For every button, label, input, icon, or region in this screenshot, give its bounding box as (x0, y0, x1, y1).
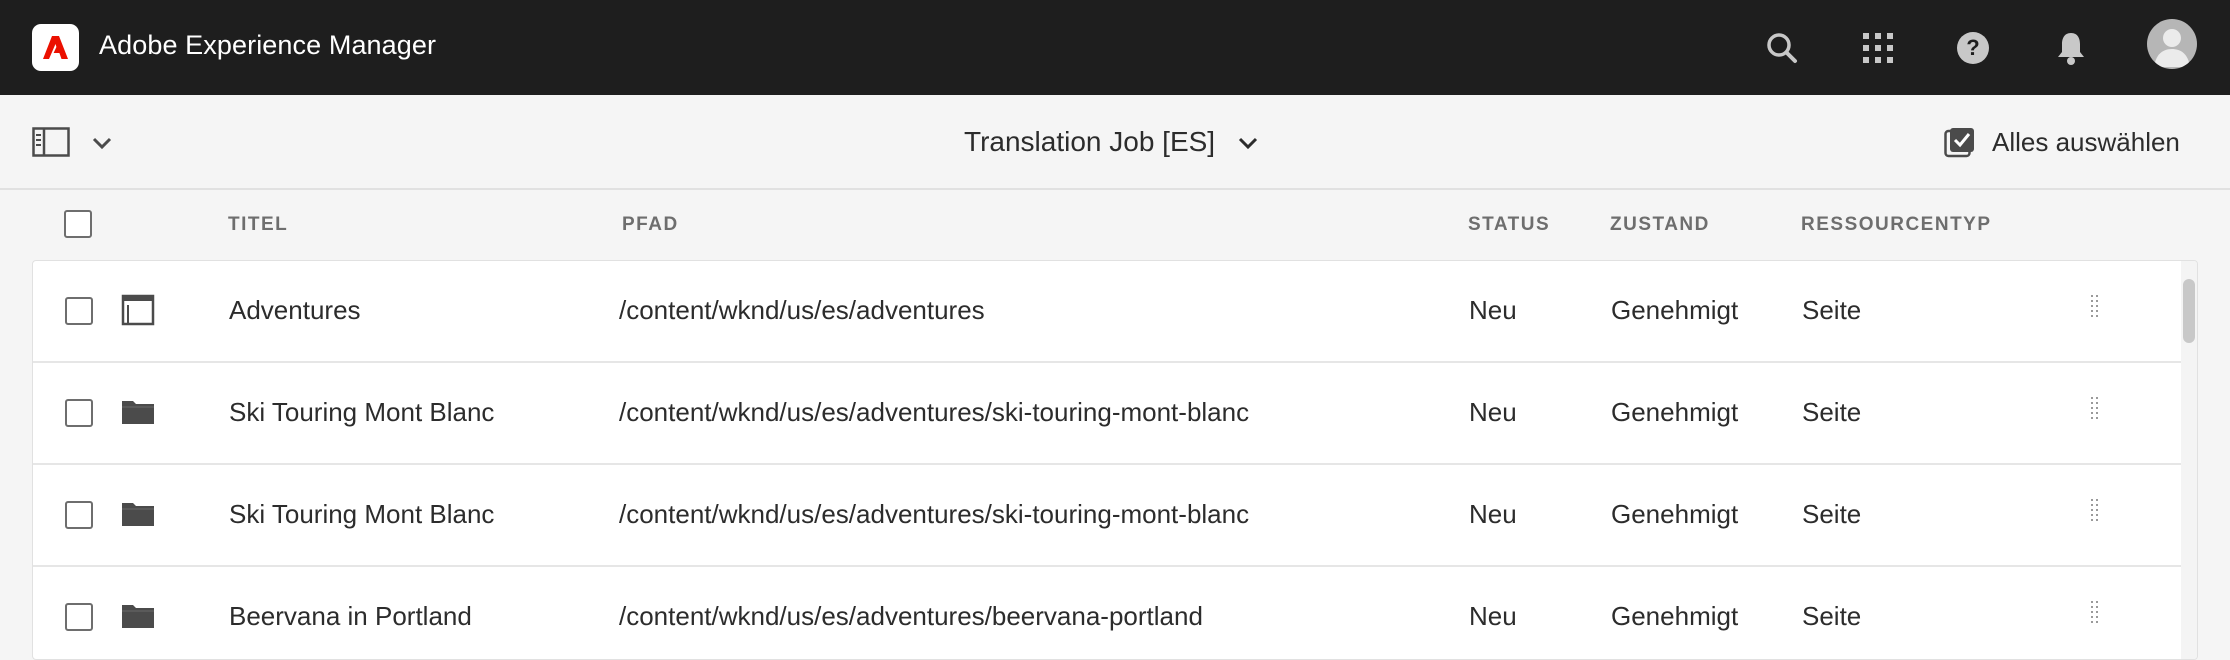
action-bar: Translation Job [ES] Alles auswählen (0, 95, 2230, 190)
row-state: Genehmigt (1611, 397, 1739, 427)
table-row[interactable]: Ski Touring Mont Blanc /content/wknd/us/… (33, 465, 2181, 567)
scrollbar-thumb[interactable] (2183, 279, 2195, 343)
apps-grid-icon[interactable] (1854, 24, 1902, 72)
row-path: /content/wknd/us/es/adventures/ski-touri… (619, 499, 1250, 529)
row-resource-type: Seite (1802, 499, 1862, 529)
drag-handle-icon[interactable] (2089, 395, 2101, 423)
notifications-bell-icon[interactable] (2047, 24, 2095, 72)
row-status: Neu (1469, 397, 1517, 427)
chevron-down-icon[interactable] (90, 131, 114, 155)
select-all-button[interactable]: Alles auswählen (1944, 124, 2180, 160)
search-icon[interactable] (1758, 24, 1806, 72)
row-checkbox[interactable] (65, 501, 93, 529)
row-status: Neu (1469, 295, 1517, 325)
column-header-path[interactable]: PFAD (622, 214, 679, 236)
row-title[interactable]: Beervana in Portland (229, 601, 472, 632)
row-path: /content/wknd/us/es/adventures/ski-touri… (619, 397, 1250, 427)
column-header-state[interactable]: ZUSTAND (1610, 214, 1710, 236)
drag-handle-icon[interactable] (2089, 293, 2101, 321)
row-status: Neu (1469, 601, 1517, 631)
drag-handle-icon[interactable] (2089, 497, 2101, 525)
row-resource-type: Seite (1802, 397, 1862, 427)
select-all-rows-checkbox[interactable] (64, 210, 92, 238)
row-resource-type: Seite (1802, 295, 1862, 325)
svg-text:?: ? (1966, 35, 1979, 60)
row-state: Genehmigt (1611, 295, 1739, 325)
row-title[interactable]: Ski Touring Mont Blanc (229, 397, 494, 428)
row-status: Neu (1469, 499, 1517, 529)
column-header-status[interactable]: STATUS (1468, 214, 1550, 236)
folder-icon (121, 497, 155, 531)
column-header-title[interactable]: TITEL (228, 214, 288, 236)
row-title[interactable]: Ski Touring Mont Blanc (229, 499, 494, 530)
app-title[interactable]: Adobe Experience Manager (99, 30, 436, 61)
shell-header: Adobe Experience Manager ? (0, 0, 2230, 95)
drag-handle-icon[interactable] (2089, 599, 2101, 627)
row-state: Genehmigt (1611, 499, 1739, 529)
checkbox-checked-icon (1944, 126, 1976, 158)
row-resource-type: Seite (1802, 601, 1862, 631)
table-row[interactable]: Beervana in Portland /content/wknd/us/es… (33, 567, 2181, 659)
folder-icon (121, 599, 155, 633)
row-checkbox[interactable] (65, 297, 93, 325)
page-icon (121, 293, 155, 327)
row-path: /content/wknd/us/es/adventures/beervana-… (619, 601, 1203, 631)
translation-items-table: Adventures /content/wknd/us/es/adventure… (32, 260, 2198, 660)
row-checkbox[interactable] (65, 399, 93, 427)
row-checkbox[interactable] (65, 603, 93, 631)
row-title[interactable]: Adventures (229, 295, 361, 326)
column-header-resource-type[interactable]: RESSOURCENTYP (1801, 214, 1992, 236)
rail-toggle-icon[interactable] (32, 127, 70, 157)
adobe-logo-icon[interactable] (32, 24, 79, 71)
user-avatar-icon[interactable] (2147, 19, 2197, 69)
table-row[interactable]: Ski Touring Mont Blanc /content/wknd/us/… (33, 363, 2181, 465)
row-state: Genehmigt (1611, 601, 1739, 631)
help-icon[interactable]: ? (1949, 24, 1997, 72)
folder-icon (121, 395, 155, 429)
chevron-down-icon[interactable] (1236, 131, 1260, 155)
page-title[interactable]: Translation Job [ES] (964, 126, 1215, 158)
select-all-label: Alles auswählen (1992, 126, 2180, 157)
table-row[interactable]: Adventures /content/wknd/us/es/adventure… (33, 261, 2181, 363)
table-header: TITEL PFAD STATUS ZUSTAND RESSOURCENTYP (0, 190, 2230, 260)
row-path: /content/wknd/us/es/adventures (619, 295, 985, 325)
